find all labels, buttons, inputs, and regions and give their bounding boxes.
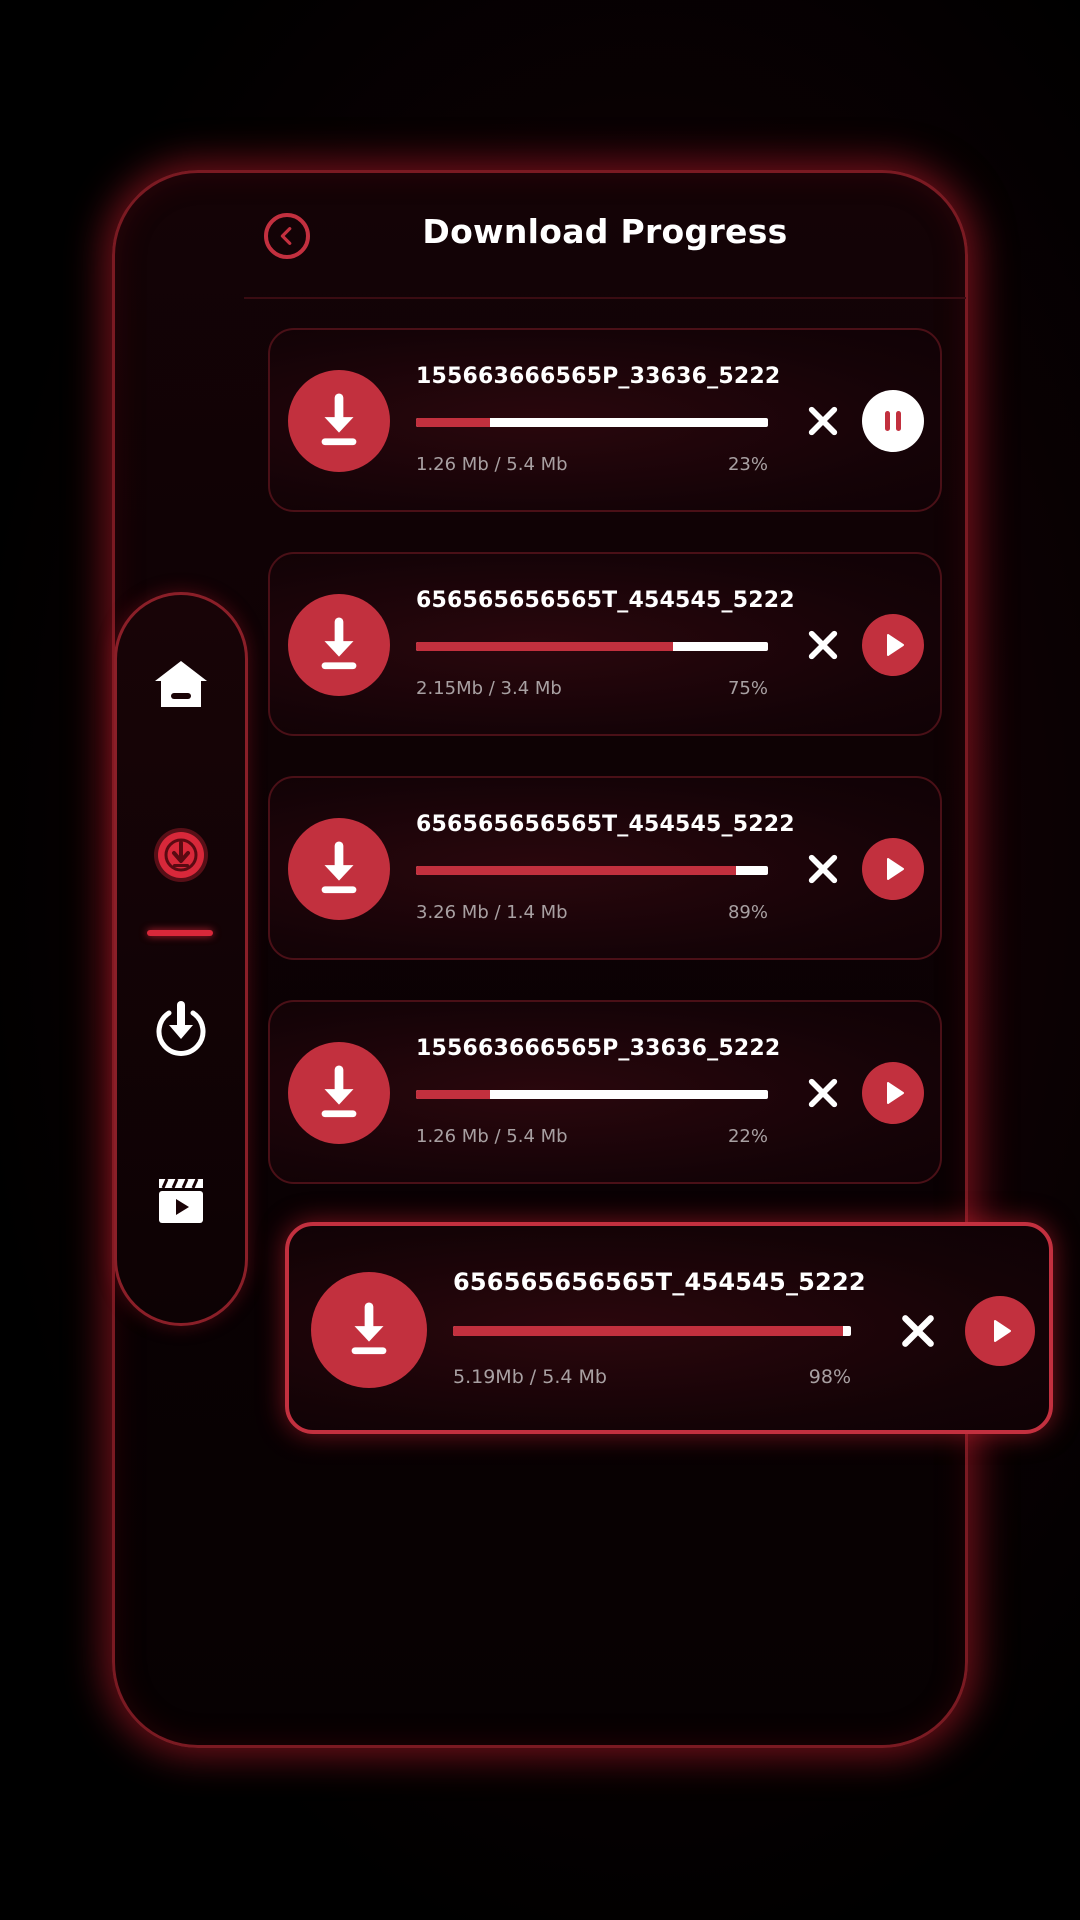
progress-percent: 75% (727, 678, 768, 699)
close-icon (808, 406, 838, 436)
progress-fill (416, 418, 490, 427)
download-card[interactable]: 155663666565P_33636_5222 1.26 Mb / 5.4 M… (268, 328, 942, 512)
download-arrow-icon (321, 841, 357, 894)
header-divider (244, 297, 966, 299)
file-name: 656565656565T_454545_5222 (453, 1268, 866, 1296)
download-badge (311, 1272, 427, 1388)
file-size: 5.19Mb / 5.4 Mb (453, 1366, 607, 1388)
cancel-button[interactable] (806, 404, 840, 438)
download-arrow-icon (321, 393, 357, 446)
play-button[interactable] (862, 614, 924, 676)
chevron-left-icon (280, 227, 292, 245)
close-icon (808, 1078, 838, 1108)
progress-fill (416, 866, 737, 875)
nav-item-downloads[interactable] (150, 996, 212, 1058)
play-icon (887, 1082, 904, 1104)
play-button[interactable] (965, 1296, 1035, 1366)
close-icon (808, 630, 838, 660)
cancel-button[interactable] (806, 628, 840, 662)
progress-fill (416, 1090, 490, 1099)
download-badge (288, 818, 390, 920)
play-button[interactable] (862, 838, 924, 900)
download-circle-icon (156, 1001, 206, 1056)
cancel-button[interactable] (899, 1312, 937, 1350)
progress-bar (416, 418, 768, 427)
progress-bar (453, 1326, 851, 1336)
pause-icon (885, 411, 901, 431)
back-button[interactable] (264, 213, 310, 259)
download-badge (288, 370, 390, 472)
progress-bar (416, 1090, 768, 1099)
download-card[interactable]: 656565656565T_454545_5222 5.19Mb / 5.4 M… (285, 1222, 1053, 1434)
download-arrow-icon (351, 1302, 387, 1355)
download-card[interactable]: 656565656565T_454545_5222 2.15Mb / 3.4 M… (268, 552, 942, 736)
file-name: 656565656565T_454545_5222 (416, 588, 795, 613)
download-badge (288, 594, 390, 696)
active-nav-indicator (147, 930, 213, 936)
download-card[interactable]: 155663666565P_33636_5222 1.26 Mb / 5.4 M… (268, 1000, 942, 1184)
nav-item-videos[interactable] (150, 1170, 212, 1232)
progress-percent: 22% (727, 1126, 768, 1147)
progress-percent: 98% (808, 1366, 851, 1388)
progress-fill (416, 642, 673, 651)
file-size: 1.26 Mb / 5.4 Mb (416, 1126, 568, 1147)
file-size: 2.15Mb / 3.4 Mb (416, 678, 562, 699)
nav-item-home[interactable] (150, 654, 212, 716)
file-name: 155663666565P_33636_5222 (416, 364, 781, 389)
close-icon (902, 1315, 934, 1347)
close-icon (808, 854, 838, 884)
download-target-icon (154, 828, 208, 882)
download-badge (288, 1042, 390, 1144)
progress-fill (453, 1326, 844, 1336)
cancel-button[interactable] (806, 852, 840, 886)
home-icon (155, 661, 207, 707)
progress-percent: 23% (727, 454, 768, 475)
play-icon (887, 634, 904, 656)
nav-item-download-progress[interactable] (150, 824, 212, 886)
video-clapper-icon (159, 1178, 203, 1223)
progress-bar (416, 866, 768, 875)
play-icon (887, 858, 904, 880)
file-name: 155663666565P_33636_5222 (416, 1036, 781, 1061)
file-name: 656565656565T_454545_5222 (416, 812, 795, 837)
download-arrow-icon (321, 1065, 357, 1118)
progress-percent: 89% (727, 902, 768, 923)
progress-bar (416, 642, 768, 651)
file-size: 3.26 Mb / 1.4 Mb (416, 902, 568, 923)
download-card[interactable]: 656565656565T_454545_5222 3.26 Mb / 1.4 … (268, 776, 942, 960)
pause-button[interactable] (862, 390, 924, 452)
play-button[interactable] (862, 1062, 924, 1124)
file-size: 1.26 Mb / 5.4 Mb (416, 454, 568, 475)
download-arrow-icon (321, 617, 357, 670)
page-title: Download Progress (422, 212, 788, 251)
cancel-button[interactable] (806, 1076, 840, 1110)
play-icon (994, 1320, 1011, 1342)
